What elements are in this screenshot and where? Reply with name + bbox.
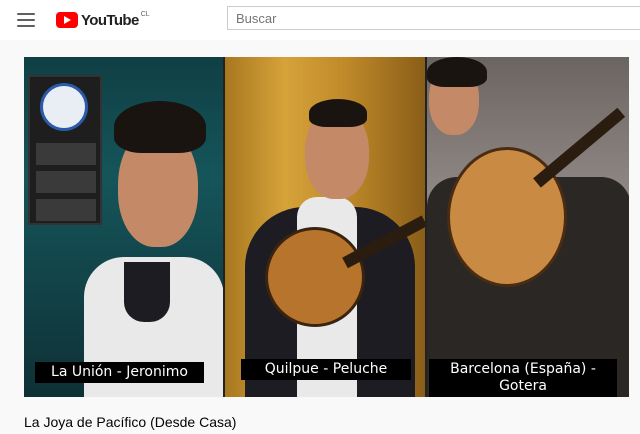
person-hair xyxy=(427,57,487,87)
person-collar xyxy=(124,262,170,322)
logo-text: YouTube xyxy=(81,11,139,29)
video-tile-3: Barcelona (España) - Gotera xyxy=(425,57,629,397)
poster-panel xyxy=(36,143,96,165)
person-hair xyxy=(114,101,206,153)
hamburger-menu-icon[interactable] xyxy=(14,10,38,30)
emblem-image xyxy=(40,83,88,131)
masthead: YouTube CL xyxy=(0,0,640,40)
menu-line xyxy=(17,13,35,15)
menu-line xyxy=(17,19,35,21)
youtube-logo[interactable]: YouTube CL xyxy=(56,10,150,30)
poster-panel xyxy=(36,171,96,193)
video-tile-1: La Unión - Jeronimo xyxy=(24,57,223,397)
person-hair xyxy=(309,99,367,127)
poster-panel xyxy=(36,199,96,221)
video-caption: Quilpue - Peluche xyxy=(241,359,411,380)
search-input[interactable] xyxy=(227,6,640,30)
wall-poster xyxy=(28,75,102,225)
video-caption: La Unión - Jeronimo xyxy=(35,362,204,383)
youtube-play-icon xyxy=(56,12,78,28)
menu-line xyxy=(17,25,35,27)
logo-country-code: CL xyxy=(140,10,150,18)
video-caption: Barcelona (España) - Gotera xyxy=(429,359,617,397)
video-tile-2: Quilpue - Peluche xyxy=(223,57,425,397)
mandolin-body xyxy=(265,227,365,327)
video-title: La Joya de Pacífico (Desde Casa) xyxy=(24,414,237,430)
video-player[interactable]: La Unión - Jeronimo Quilpue - Peluche Ba… xyxy=(24,57,629,397)
guitar-neck xyxy=(533,107,626,188)
